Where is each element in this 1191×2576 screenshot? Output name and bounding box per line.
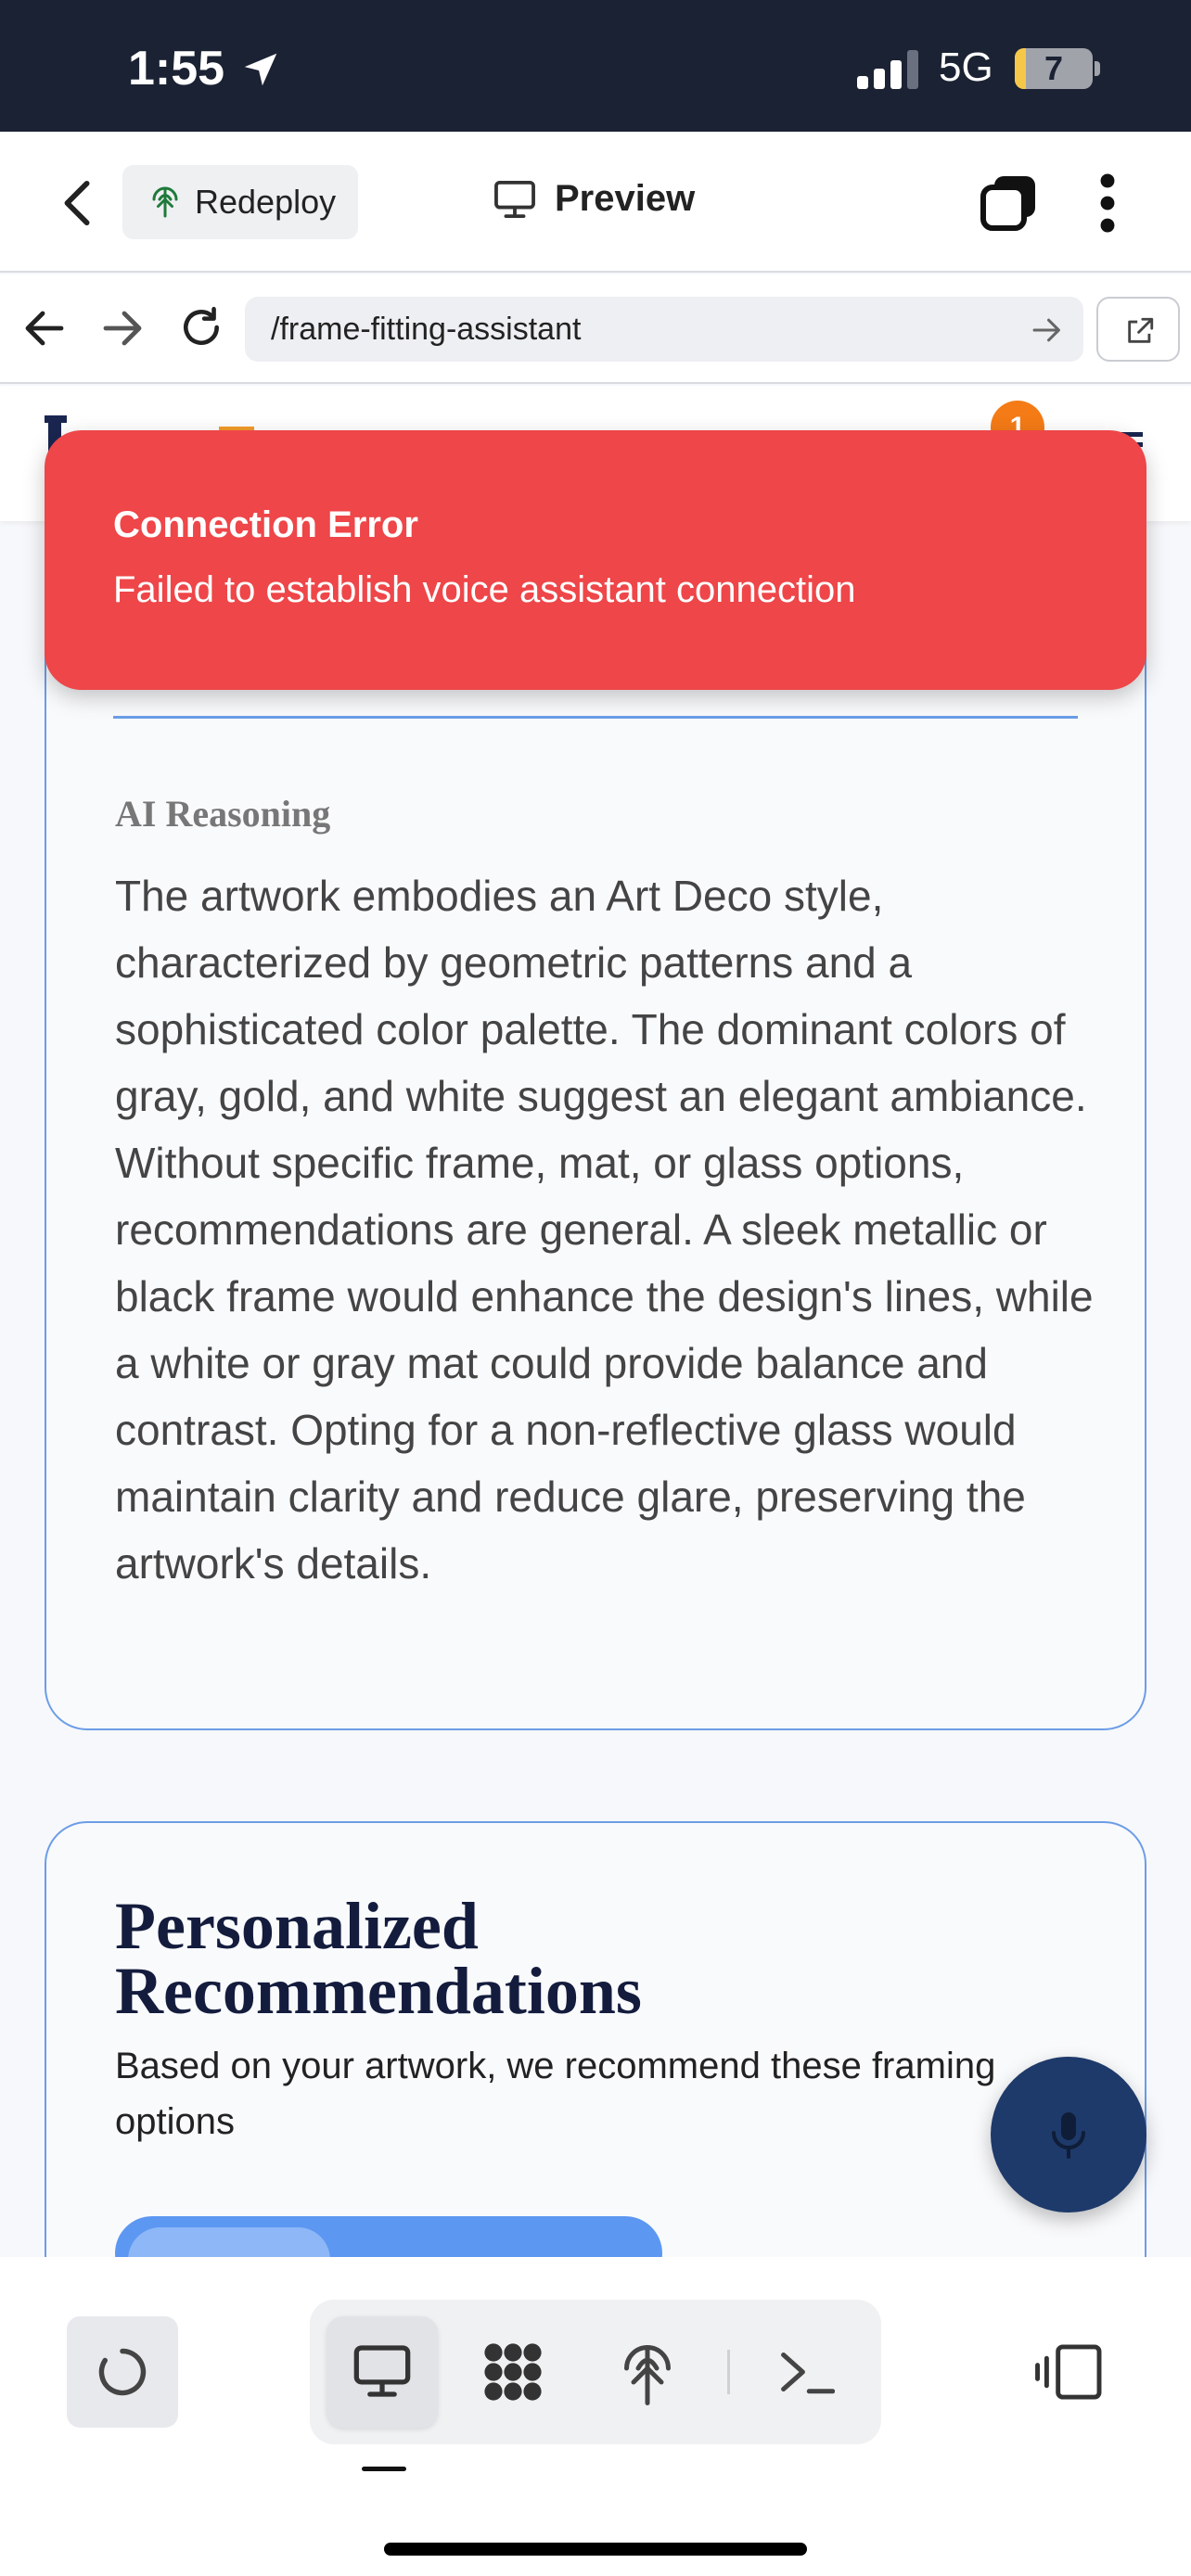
- reasoning-text: The artwork embodies an Art Deco style, …: [115, 872, 1094, 1588]
- antenna-icon: [152, 186, 178, 218]
- toolbar-separator: [727, 2350, 730, 2394]
- signal-bars-icon: [857, 50, 918, 89]
- battery-icon: 7: [1015, 48, 1093, 89]
- home-indicator: [384, 2543, 807, 2556]
- battery-level: 7: [1044, 49, 1064, 87]
- bottom-toolbar: [0, 2257, 1191, 2576]
- network-label: 5G: [939, 45, 993, 90]
- toolbar-group: [310, 2300, 881, 2444]
- microphone-icon: [1052, 2112, 1085, 2159]
- toast-message: Failed to establish voice assistant conn…: [113, 569, 856, 610]
- panel-toggle-icon[interactable]: [1035, 2342, 1104, 2402]
- location-arrow-icon: [244, 53, 277, 86]
- grid-icon[interactable]: [479, 2339, 547, 2405]
- recommendations-subtitle: Based on your artwork, we recommend thes…: [115, 2046, 996, 2142]
- monitor-icon: [494, 180, 535, 218]
- back-chevron-icon[interactable]: [59, 180, 96, 226]
- toast-title: Connection Error: [113, 504, 418, 545]
- more-options-icon[interactable]: [1093, 171, 1122, 236]
- antenna-icon[interactable]: [620, 2340, 675, 2405]
- status-bar: 1:55 5G 7: [0, 0, 1191, 132]
- card-divider: [113, 716, 1078, 719]
- tool-preview-button[interactable]: [327, 2316, 438, 2428]
- status-time: 1:55: [128, 42, 225, 96]
- browser-forward-icon[interactable]: [102, 310, 143, 347]
- redeploy-label: Redeploy: [195, 183, 337, 221]
- loading-button[interactable]: [67, 2316, 178, 2428]
- preview-label: Preview: [555, 178, 696, 219]
- open-external-button[interactable]: [1096, 297, 1180, 362]
- tabs-icon[interactable]: [980, 172, 1039, 232]
- error-toast[interactable]: Connection Error Failed to establish voi…: [45, 430, 1146, 690]
- app-bar: Redeploy Preview: [0, 132, 1191, 273]
- url-bar: /frame-fitting-assistant: [0, 274, 1191, 384]
- terminal-icon[interactable]: [779, 2348, 835, 2396]
- url-go-arrow-icon[interactable]: [1031, 315, 1063, 345]
- recommendations-title: Personalized Recommendations: [115, 1889, 642, 2028]
- url-input[interactable]: /frame-fitting-assistant: [245, 297, 1083, 362]
- active-tab-indicator: [362, 2467, 406, 2471]
- voice-assistant-button[interactable]: [991, 2057, 1146, 2213]
- redeploy-button[interactable]: Redeploy: [122, 165, 358, 239]
- spinner-icon: [98, 2348, 147, 2396]
- monitor-icon: [353, 2345, 411, 2397]
- battery-cap: [1095, 61, 1100, 76]
- browser-back-icon[interactable]: [24, 310, 65, 347]
- external-link-icon: [1128, 317, 1154, 343]
- preview-title: Preview: [493, 178, 695, 220]
- reload-icon[interactable]: [178, 304, 224, 351]
- reasoning-heading: AI Reasoning: [115, 793, 331, 835]
